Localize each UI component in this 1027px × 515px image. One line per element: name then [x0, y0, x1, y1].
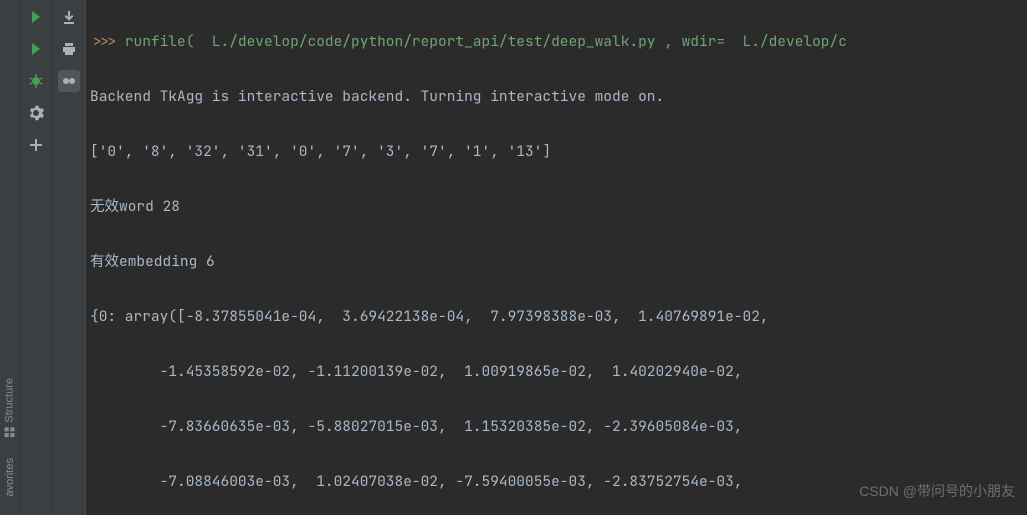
console-line: -1.45358592e-02, -1.11200139e-02, 1.0091… — [90, 358, 1027, 386]
run-toolbar — [20, 0, 53, 515]
console-line: 无效word 28 — [90, 193, 1027, 221]
sidetab-favorites-label: avorites — [4, 458, 16, 497]
add-button[interactable] — [25, 134, 47, 156]
soft-wrap-icon[interactable] — [58, 70, 80, 92]
print-icon[interactable] — [58, 38, 80, 60]
console-line: -7.83660635e-03, -5.88027015e-03, 1.1532… — [90, 413, 1027, 441]
console-toolbar — [53, 0, 86, 515]
console-line: -7.08846003e-03, 1.02407038e-02, -7.5940… — [90, 468, 1027, 496]
rerun-button[interactable] — [25, 6, 47, 28]
sidetab-structure[interactable]: Structure — [1, 370, 18, 447]
console-line: ['0', '8', '32', '31', '0', '7', '3', '7… — [90, 138, 1027, 166]
console-line: Backend TkAgg is interactive backend. Tu… — [90, 83, 1027, 111]
side-tab-bar: Structure avorites — [0, 0, 20, 515]
console-line: 有效embedding 6 — [90, 248, 1027, 276]
download-icon[interactable] — [58, 6, 80, 28]
settings-button[interactable] — [25, 102, 47, 124]
console-run-line: >>> runfile( L./develop/code/python/repo… — [90, 28, 1027, 56]
debug-button[interactable] — [25, 70, 47, 92]
run-prompt: >>> — [90, 32, 125, 51]
console-line: {0: array([-8.37855041e-04, 3.69422138e-… — [90, 303, 1027, 331]
runfile-command: runfile( L./develop/code/python/report_a… — [125, 32, 847, 51]
console-output[interactable]: >>> runfile( L./develop/code/python/repo… — [86, 0, 1027, 515]
run-button[interactable] — [25, 38, 47, 60]
sidetab-structure-label: Structure — [4, 378, 16, 423]
sidetab-favorites[interactable]: avorites — [2, 450, 18, 505]
